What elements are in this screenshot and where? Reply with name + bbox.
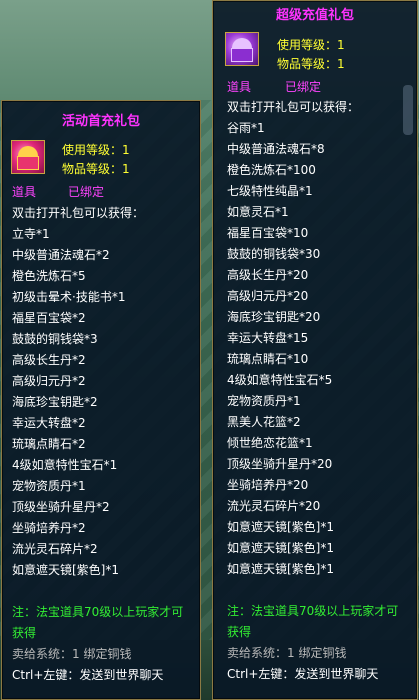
reward-item: 幸运大转盘*15: [227, 331, 309, 345]
reward-item: 鼓鼓的铜钱袋*3: [12, 332, 98, 346]
reward-item: 宠物资质丹*1: [12, 479, 86, 493]
reward-item: 4级如意特性宝石*1: [12, 458, 118, 472]
reward-item: 七级特性纯晶*1: [227, 184, 313, 198]
level-note-cont: 获得: [227, 625, 252, 639]
open-instruction: 双击打开礼包可以获得：: [227, 100, 360, 114]
reward-item: 橙色洗炼石*100: [227, 163, 316, 177]
tooltip-title: 超级充值礼包: [275, 8, 354, 23]
reward-item: 如意灵石*1: [227, 205, 289, 219]
gift-box-icon: [11, 140, 45, 174]
open-instruction: 双击打开礼包可以获得：: [12, 206, 145, 220]
reward-item: 流光灵石碎片*2: [12, 542, 98, 556]
bound-status: 已绑定: [68, 185, 105, 199]
ctrl-click-hint: Ctrl+左键：发送到世界聊天: [12, 668, 164, 682]
level-note: 注：法宝道具70级以上玩家才可: [12, 605, 184, 619]
reward-item: 高级长生丹*2: [12, 353, 86, 367]
reward-item: 立寺*1: [12, 227, 50, 241]
item-type: 道具: [12, 185, 37, 199]
reward-item: 海底珍宝钥匙*20: [227, 310, 321, 324]
reward-item: 琉璃点睛石*10: [227, 352, 309, 366]
use-level: 使用等级：1: [277, 38, 345, 52]
reward-item: 黑美人花篮*2: [227, 415, 301, 429]
reward-item: 顶级坐骑升星丹*20: [227, 457, 333, 471]
use-level: 使用等级：1: [62, 143, 130, 157]
item-type: 道具: [227, 80, 252, 94]
reward-item: 坐骑培养丹*2: [12, 521, 86, 535]
reward-item: 高级长生丹*20: [227, 268, 309, 282]
gift-box-icon: [225, 32, 259, 66]
reward-item: 福星百宝袋*2: [12, 311, 86, 325]
bound-status: 已绑定: [285, 80, 322, 94]
reward-item: 鼓鼓的铜钱袋*30: [227, 247, 321, 261]
ctrl-click-hint: Ctrl+左键：发送到世界聊天: [227, 667, 379, 681]
reward-item: 橙色洗炼石*5: [12, 269, 86, 283]
reward-item: 中级普通法魂石*8: [227, 142, 325, 156]
sell-price: 卖给系统：1 绑定铜钱: [227, 646, 347, 660]
reward-item: 海底珍宝钥匙*2: [12, 395, 98, 409]
first-recharge-gift-tooltip: 活动首充礼包 使用等级：1 物品等级：1 道具 已绑定 双击打开礼包可以获得： …: [1, 100, 201, 700]
reward-item: 高级归元丹*20: [227, 289, 309, 303]
tooltip-scrollbar: [403, 85, 413, 135]
reward-item: 如意遮天镜[紫色]*1: [227, 520, 334, 534]
sell-price: 卖给系统：1 绑定铜钱: [12, 647, 132, 661]
reward-item: 中级普通法魂石*2: [12, 248, 110, 262]
item-level: 物品等级：1: [62, 162, 130, 176]
reward-item: 如意遮天镜[紫色]*1: [12, 563, 119, 577]
reward-item: 坐骑培养丹*20: [227, 478, 309, 492]
reward-item: 宠物资质丹*1: [227, 394, 301, 408]
reward-item: 流光灵石碎片*20: [227, 499, 321, 513]
reward-item: 如意遮天镜[紫色]*1: [227, 541, 334, 555]
reward-item: 福星百宝袋*10: [227, 226, 309, 240]
reward-item: 倾世绝恋花篮*1: [227, 436, 313, 450]
tooltip-title: 活动首充礼包: [61, 114, 140, 129]
reward-item: 谷雨*1: [227, 121, 265, 135]
reward-item: 初级击晕术·技能书*1: [12, 290, 126, 304]
reward-item: 幸运大转盘*2: [12, 416, 86, 430]
reward-item: 琉璃点睛石*2: [12, 437, 86, 451]
reward-item: 4级如意特性宝石*5: [227, 373, 333, 387]
level-note-cont: 获得: [12, 626, 37, 640]
reward-item: 顶级坐骑升星丹*2: [12, 500, 110, 514]
item-level: 物品等级：1: [277, 57, 345, 71]
reward-item: 高级归元丹*2: [12, 374, 86, 388]
super-recharge-gift-tooltip: 超级充值礼包 使用等级：1 物品等级：1 道具 已绑定 双击打开礼包可以获得： …: [212, 0, 418, 700]
level-note: 注：法宝道具70级以上玩家才可: [227, 604, 399, 618]
reward-item: 如意遮天镜[紫色]*1: [227, 562, 334, 576]
